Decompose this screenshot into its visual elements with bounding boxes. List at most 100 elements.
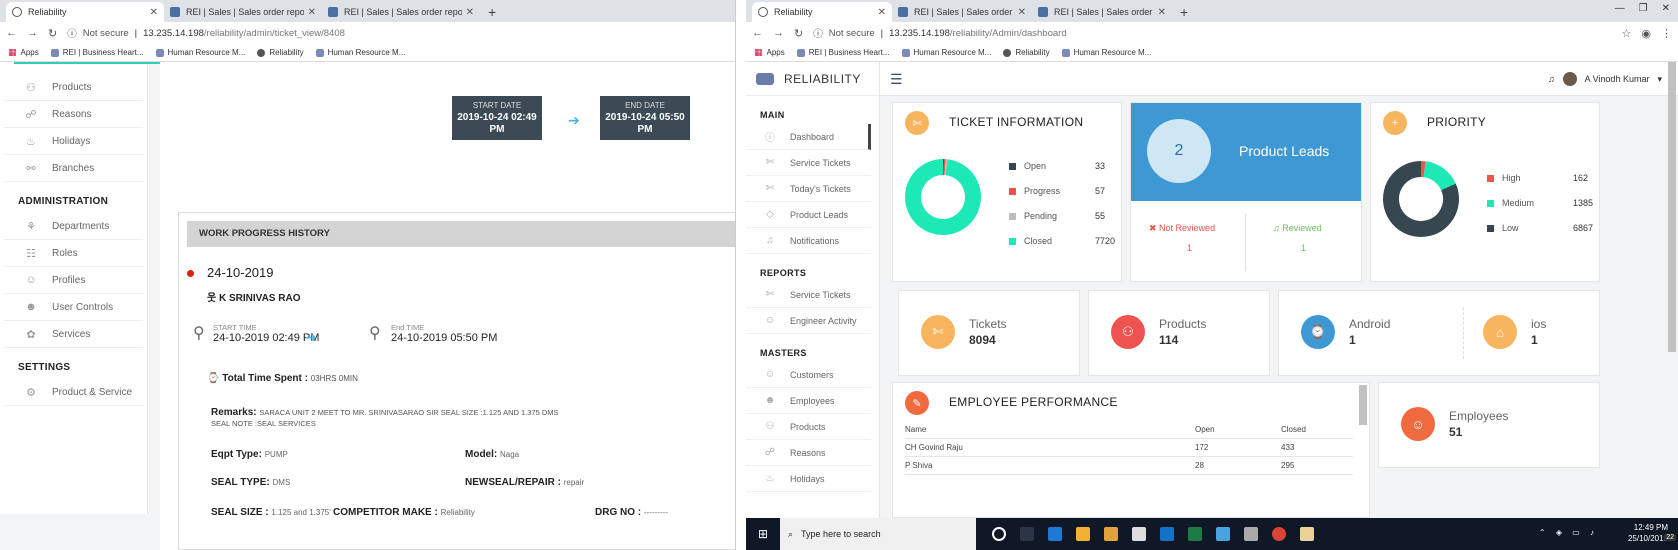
chrome-icon[interactable] [1272, 527, 1286, 541]
bookmark-apps[interactable]: ▦ Apps [8, 47, 39, 58]
edge-icon[interactable] [1048, 527, 1062, 541]
sidebar-item-branches[interactable]: ⚯ Branches [4, 155, 143, 182]
search-icon: ⌕ [788, 528, 794, 539]
account-icon[interactable]: ◉ [1641, 27, 1651, 40]
product-leads-banner[interactable]: 2 Product Leads [1131, 103, 1361, 201]
restore-icon[interactable]: ❐ [1639, 3, 1648, 14]
employees-card[interactable]: ☺ Employees 51 [1378, 382, 1600, 468]
sidebar-item-profiles[interactable]: ☺ Profiles [4, 267, 143, 294]
close-window-icon[interactable]: ✕ [1662, 3, 1670, 14]
table-row[interactable]: P Shiva 28 295 [905, 456, 1353, 475]
info-icon: ⓘ [765, 133, 775, 144]
bookmark-hr[interactable]: Human Resource M... [901, 48, 991, 57]
close-icon[interactable]: ✕ [878, 7, 886, 18]
browser-tab-rei-sales-2[interactable]: REI | Sales | Sales order reports | ✕ [1032, 2, 1172, 22]
new-tab-button[interactable]: + [1172, 2, 1196, 22]
back-icon[interactable]: ← [6, 27, 17, 39]
bookmark-reliability[interactable]: Reliability [257, 48, 304, 57]
close-icon[interactable]: ✕ [466, 7, 474, 18]
close-icon[interactable]: ✕ [150, 7, 158, 18]
sidebar-item-dashboard[interactable]: ⓘ Dashboard [746, 124, 871, 150]
sidebar-item-reasons[interactable]: ☍ Reasons [746, 440, 871, 466]
task-view-icon[interactable] [1020, 527, 1034, 541]
scrollbar-thumb[interactable] [1359, 385, 1367, 425]
notification-count-badge[interactable]: 22 [1664, 534, 1676, 541]
network-icon[interactable] [1216, 527, 1230, 541]
bookmark-hr[interactable]: Human Resource M... [155, 48, 245, 57]
browser-tab-reliability[interactable]: Reliability ✕ [752, 2, 892, 22]
forward-icon[interactable]: → [27, 27, 38, 39]
url-field[interactable]: ⓘ Not secure | 13.235.14.198/reliability… [813, 26, 1611, 41]
taskbar-search[interactable]: ⌕ Type here to search [780, 518, 976, 550]
close-icon[interactable]: ✕ [308, 7, 316, 18]
sidebar-item-product-service[interactable]: ⚙ Product & Service [4, 379, 143, 406]
close-icon[interactable]: ✕ [1158, 7, 1166, 18]
sidebar-item-engineer-activity[interactable]: ☺ Engineer Activity [746, 308, 871, 334]
cortana-icon[interactable] [992, 527, 1006, 541]
mail-icon[interactable] [1132, 527, 1146, 541]
stat-card-products[interactable]: ⚇ Products 114 [1088, 290, 1270, 376]
excel-icon[interactable] [1188, 527, 1202, 541]
store-icon[interactable] [1104, 527, 1118, 541]
sidebar-item-notifications[interactable]: ♫ Notifications [746, 228, 871, 254]
system-clock[interactable]: 12:49 PM 25/10/2019 [1628, 522, 1668, 544]
bookmark-rei[interactable]: REI | Business Heart... [50, 48, 144, 57]
sidebar-item-customers[interactable]: ☺ Customers [746, 362, 871, 388]
minimize-icon[interactable]: — [1615, 3, 1625, 14]
sidebar-item-services[interactable]: ✿ Services [4, 321, 143, 348]
hamburger-menu-icon[interactable]: ☰ [890, 71, 903, 88]
sidebar-item-product-leads[interactable]: ◇ Product Leads [746, 202, 871, 228]
bookmark-reliability[interactable]: Reliability [1003, 48, 1050, 57]
close-icon[interactable]: ✕ [1018, 7, 1026, 18]
outlook-icon[interactable] [1160, 527, 1174, 541]
star-icon[interactable]: ☆ [1622, 27, 1632, 40]
browser-tab-reliability[interactable]: Reliability ✕ [6, 2, 164, 22]
sidebar-item-employees[interactable]: ☻ Employees [746, 388, 871, 414]
bookmark-apps[interactable]: ▦ Apps [754, 47, 785, 58]
sidebar-item-holidays[interactable]: ♨ Holidays [746, 466, 871, 492]
eqpt-type-field: Eqpt Type: PUMP [211, 449, 288, 460]
sidebar-item-products[interactable]: ⚇ Products [4, 74, 143, 101]
sidebar-item-report-service-tickets[interactable]: ✄ Service Tickets [746, 282, 871, 308]
sidebar-item-service-tickets[interactable]: ✄ Service Tickets [746, 150, 871, 176]
file-explorer-icon[interactable] [1076, 527, 1090, 541]
reload-icon[interactable]: ↻ [48, 27, 57, 40]
table-row[interactable]: CH Govind Raju 172 433 [905, 438, 1353, 457]
sidebar-item-roles[interactable]: ☷ Roles [4, 240, 143, 267]
sidebar-item-products[interactable]: ⚇ Products [746, 414, 871, 440]
sidebar-item-todays-tickets[interactable]: ✄ Today's Tickets [746, 176, 871, 202]
user-menu[interactable]: ♫ A Vinodh Kumar ▾ [1548, 72, 1662, 86]
sidebar-item-user-controls[interactable]: ☻ User Controls [4, 294, 143, 321]
menu-dots-icon[interactable]: ⋮ [1661, 27, 1672, 40]
seal-type-field: SEAL TYPE: DMS [211, 477, 291, 488]
browser-tab-rei-sales[interactable]: REI | Sales | Sales order reports | ✕ [164, 2, 322, 22]
priority-card: + PRIORITY High 162 Medium 1385 Low 6867 [1370, 102, 1600, 282]
browser-tab-rei-sales-2[interactable]: REI | Sales | Sales order reports | ✕ [322, 2, 480, 22]
stat-card-tickets[interactable]: ✄ Tickets 8094 [898, 290, 1080, 376]
sidebar-item-departments[interactable]: ⚘ Departments [4, 213, 143, 240]
back-icon[interactable]: ← [752, 27, 763, 39]
legend-swatch [1487, 174, 1494, 182]
bell-icon[interactable]: ♫ [1548, 74, 1555, 84]
stat-value: 114 [1159, 333, 1179, 347]
forward-icon[interactable]: → [773, 27, 784, 39]
bookmark-hr-2[interactable]: Human Resource M... [1061, 48, 1151, 57]
app-icon[interactable] [1244, 527, 1258, 541]
brand[interactable]: RELIABILITY [746, 62, 879, 96]
page-scrollbar[interactable] [1668, 62, 1676, 352]
system-tray-icons[interactable]: ⌃ ◈ ▭ ♪ [1539, 528, 1598, 537]
new-tab-button[interactable]: + [480, 2, 504, 22]
total-time-spent: ⌚ Total Time Spent : 03HRS 0MIN [207, 373, 358, 384]
url-field[interactable]: ⓘ Not secure | 13.235.14.198/reliability… [67, 26, 729, 41]
sidebar-item-reasons[interactable]: ☍ Reasons [4, 101, 143, 128]
sidebar-item-holidays[interactable]: ♨ Holidays [4, 128, 143, 155]
reload-icon[interactable]: ↻ [794, 27, 803, 40]
url-host: 13.235.14.198 [889, 27, 950, 39]
reliability-icon [1003, 48, 1012, 57]
windows-start-icon[interactable]: ⊞ [746, 518, 780, 550]
bookmark-hr-2[interactable]: Human Resource M... [315, 48, 405, 57]
app-icon[interactable] [1300, 527, 1314, 541]
bookmark-rei[interactable]: REI | Business Heart... [796, 48, 890, 57]
departments-icon: ⚘ [26, 220, 36, 233]
browser-tab-rei-sales[interactable]: REI | Sales | Sales order reports | ✕ [892, 2, 1032, 22]
